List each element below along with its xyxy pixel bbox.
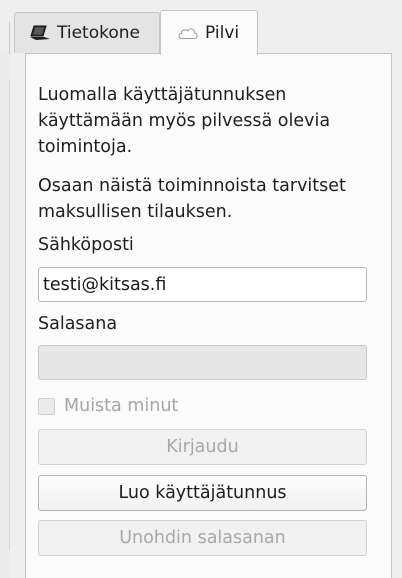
password-label: Salasana xyxy=(38,314,118,334)
cloud-icon xyxy=(177,26,199,40)
tab-tietokone[interactable]: Tietokone xyxy=(14,12,160,53)
create-account-button[interactable]: Luo käyttäjätunnus xyxy=(38,475,367,511)
email-field[interactable]: testi@kitsas.fi xyxy=(38,267,367,302)
login-button-label: Kirjaudu xyxy=(166,437,239,457)
tab-label: Tietokone xyxy=(57,23,140,43)
intro-paragraph-2: Osaan näistä toiminnoista tarvitset maks… xyxy=(38,176,346,222)
email-label: Sähköposti xyxy=(38,235,134,255)
left-divider xyxy=(9,80,10,550)
tab-pilvi[interactable]: Pilvi xyxy=(160,10,258,55)
laptop-icon xyxy=(29,24,51,42)
intro-paragraph-1: Luomalla käyttäjätunnuksen käyttämään my… xyxy=(38,85,331,157)
remember-me-checkbox[interactable] xyxy=(38,397,55,415)
tab-label: Pilvi xyxy=(205,23,240,43)
login-window: Tietokone Pilvi Luomalla käyttäjätunnuks… xyxy=(0,0,402,578)
password-field[interactable] xyxy=(38,345,367,380)
forgot-password-button[interactable]: Unohdin salasanan xyxy=(38,520,367,556)
left-tab-stub xyxy=(0,22,10,54)
remember-me-row[interactable]: Muista minut xyxy=(38,394,178,418)
remember-me-label: Muista minut xyxy=(64,396,179,416)
create-account-button-label: Luo käyttäjätunnus xyxy=(118,483,287,503)
forgot-password-button-label: Unohdin salasanan xyxy=(119,528,286,548)
email-value: testi@kitsas.fi xyxy=(43,274,167,295)
login-button[interactable]: Kirjaudu xyxy=(38,429,367,465)
